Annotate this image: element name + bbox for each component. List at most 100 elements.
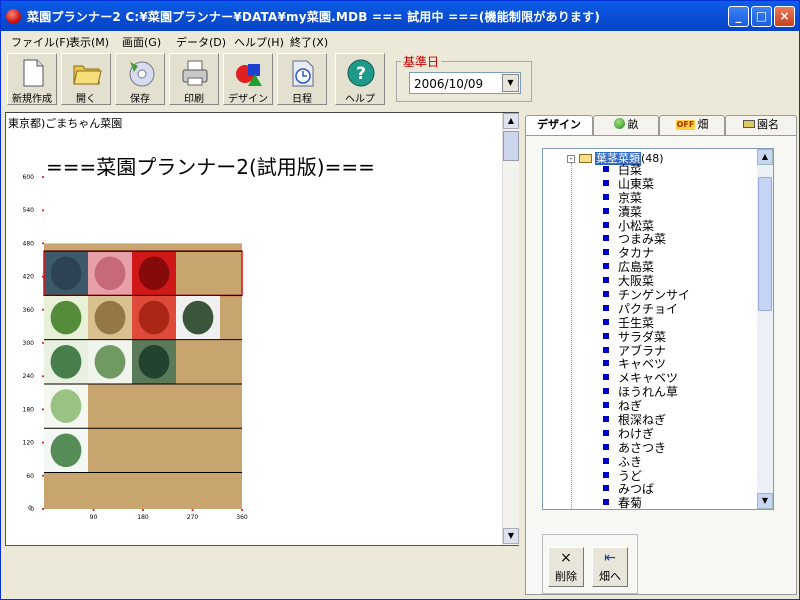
menu-file[interactable]: ファイル(F)	[11, 34, 70, 50]
tab-design[interactable]: デザイン	[525, 115, 593, 137]
y-tick-label: 300	[23, 340, 35, 347]
tree-item[interactable]: ほうれん草	[603, 385, 690, 400]
tree-item[interactable]: ふき	[603, 454, 690, 470]
tree-item[interactable]: あさつき	[603, 441, 690, 456]
tree-item[interactable]: 京菜	[603, 191, 690, 206]
scroll-down-icon[interactable]: ▼	[503, 528, 519, 544]
print-button[interactable]: 印刷	[169, 53, 219, 105]
crop-bullet-icon	[603, 304, 609, 311]
maximize-button[interactable]: □	[751, 6, 772, 27]
menu-view[interactable]: 表示(M)	[69, 34, 109, 50]
tree-item[interactable]: パクチョイ	[603, 302, 690, 317]
crop-bullet-icon	[603, 499, 609, 506]
y-tick-label: 360	[23, 307, 35, 314]
menu-help[interactable]: ヘルプ(H)	[234, 34, 284, 50]
tree-scroll-thumb[interactable]	[758, 177, 772, 311]
tab-ridge[interactable]: 畝	[593, 115, 659, 135]
open-button[interactable]: 開く	[61, 53, 111, 105]
tree-scrollbar[interactable]: ▲ ▼	[757, 149, 773, 509]
crop-image-tomato	[138, 300, 170, 335]
status-area	[5, 547, 519, 597]
to-field-icon: ⇤	[604, 550, 616, 566]
minimize-button[interactable]: _	[728, 6, 749, 27]
crop-bullet-icon	[603, 429, 609, 436]
scroll-thumb[interactable]	[503, 131, 519, 161]
crop-tree[interactable]: - 葉茎菜類(48) 白菜 山東菜 京菜 漬菜 小松菜 つまみ菜 タカナ 広島菜 大阪菜 チンゲンサ…	[542, 148, 774, 510]
save-disc-icon	[129, 61, 155, 87]
save-button[interactable]: 保存	[115, 53, 165, 105]
tree-item[interactable]: つまみ菜	[603, 233, 690, 247]
crop-bullet-icon	[603, 360, 609, 367]
title-bar[interactable]: 菜園プランナー2 C:¥菜園プランナー¥DATA¥my菜園.MDB === 試用…	[1, 1, 799, 31]
y-tick-label: 120	[23, 440, 35, 447]
new-button[interactable]: 新規作成	[7, 53, 57, 105]
tree-item[interactable]: 白菜	[603, 163, 690, 178]
tree-item-label: 小松菜	[618, 218, 655, 233]
tree-item[interactable]: 山東菜	[603, 177, 690, 192]
window-title: 菜園プランナー2 C:¥菜園プランナー¥DATA¥my菜園.MDB === 試用…	[27, 10, 601, 24]
close-button[interactable]: ×	[774, 6, 795, 27]
tree-item[interactable]: メキャベツ	[603, 371, 690, 386]
menu-exit[interactable]: 終了(X)	[290, 34, 328, 50]
tree-item[interactable]: 小松菜	[603, 218, 690, 234]
tree-item[interactable]: サラダ菜	[603, 329, 690, 345]
print-button-label: 印刷	[184, 94, 204, 105]
base-date-select[interactable]: 2006/10/09 ▼	[409, 72, 521, 94]
tree-item-label: ふき	[618, 454, 643, 469]
tree-scroll-down-icon[interactable]: ▼	[757, 493, 773, 509]
tree-item-label: サラダ菜	[618, 329, 667, 344]
crop-bullet-icon	[603, 277, 609, 284]
tree-item[interactable]: 根深ねぎ	[603, 413, 690, 428]
help-icon: ?	[347, 59, 375, 87]
y-tick-mark	[42, 209, 44, 212]
delete-button[interactable]: × 削除	[548, 547, 584, 587]
tree-scroll-up-icon[interactable]: ▲	[757, 149, 773, 165]
garden-plot[interactable]: 060120180240300360420480540600090 180 270 3…	[6, 113, 502, 545]
tree-item[interactable]: みつば	[603, 483, 690, 497]
menu-data[interactable]: データ(D)	[176, 34, 226, 50]
crop-bullet-icon	[603, 374, 609, 381]
crop-bullet-icon	[603, 263, 609, 270]
tree-item[interactable]: キャベツ	[603, 358, 690, 372]
help-button[interactable]: ? ヘルプ	[335, 53, 385, 105]
tree-item-label: 壬生菜	[618, 315, 655, 330]
tree-item-label: 白菜	[618, 163, 643, 177]
schedule-button[interactable]: 日程	[277, 53, 327, 105]
y-tick-mark	[42, 508, 44, 510]
tree-item[interactable]: 広島菜	[603, 260, 690, 275]
design-button-label: デザイン	[228, 94, 268, 105]
tree-item[interactable]: チンゲンサイ	[603, 288, 690, 303]
collapse-icon[interactable]: -	[567, 155, 575, 163]
design-button[interactable]: デザイン	[223, 53, 273, 105]
tree-item[interactable]: 漬菜	[603, 205, 690, 220]
tab-design-label: デザイン	[537, 118, 581, 131]
schedule-button-label: 日程	[292, 94, 312, 105]
tree-item[interactable]: 壬生菜	[603, 315, 690, 331]
green-circle-icon	[613, 118, 625, 129]
crop-bullet-icon	[603, 193, 609, 200]
tree-item[interactable]: 大阪菜	[603, 274, 690, 289]
tree-item[interactable]: うど	[603, 469, 690, 484]
crop-bullet-icon	[603, 235, 609, 242]
to-field-button[interactable]: ⇤ 畑へ	[592, 547, 628, 587]
tab-field[interactable]: OFF 畑	[659, 115, 725, 135]
tree-item[interactable]: アブラナ	[603, 344, 690, 359]
crop-bullet-icon	[603, 207, 609, 214]
y-tick-label: 240	[23, 373, 35, 380]
tree-item[interactable]: 春菊	[603, 496, 690, 509]
tree-item-label: タカナ	[618, 246, 655, 261]
scroll-up-icon[interactable]: ▲	[503, 113, 519, 129]
y-tick-label: 420	[23, 274, 35, 281]
tree-item[interactable]: わけぎ	[603, 427, 690, 442]
tree-item[interactable]: ねぎ	[603, 399, 690, 414]
x-tick-label: 90	[90, 514, 98, 521]
tab-garden-name[interactable]: 園名	[725, 115, 797, 135]
menu-screen[interactable]: 画面(G)	[122, 34, 161, 50]
save-button-label: 保存	[130, 94, 150, 105]
garden-canvas[interactable]: 東京都)ごまちゃん菜園 ===菜園プランナー2(試用版)=== 0 60 120 18…	[5, 112, 519, 546]
y-tick-mark	[42, 242, 44, 245]
tree-item-label: 根深ねぎ	[618, 413, 667, 428]
canvas-scrollbar[interactable]: ▲ ▼	[502, 113, 519, 545]
crop-image-green-beans	[50, 300, 82, 335]
chevron-down-icon[interactable]: ▼	[502, 74, 519, 92]
